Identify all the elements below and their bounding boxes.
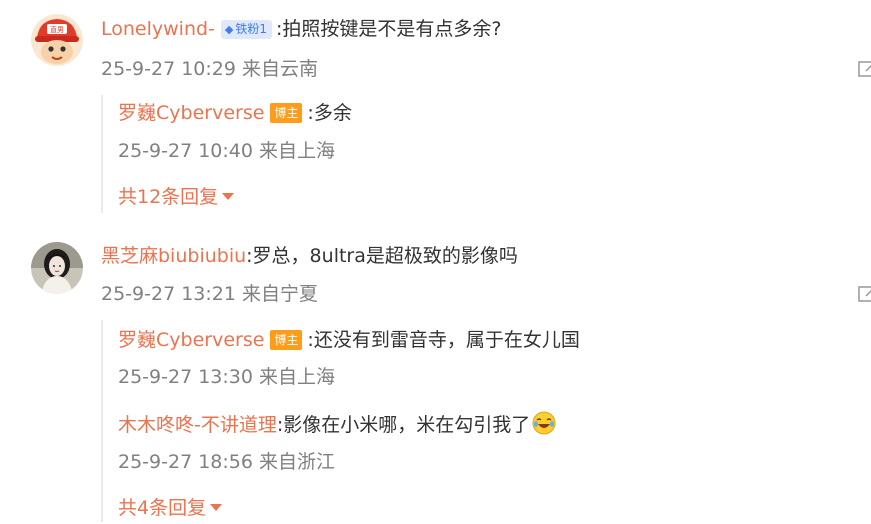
more-replies-link[interactable]: 共12条回复	[118, 184, 235, 210]
reply-text: :还没有到雷音寺，属于在女儿国	[307, 329, 580, 351]
comment-meta: 25-9-27 10:29 来自云南	[101, 56, 318, 82]
caret-down-icon	[222, 193, 235, 200]
reply-meta: 25-9-27 13:30 来自上海	[118, 364, 335, 390]
reply-username[interactable]: 罗巍Cyberverse	[118, 102, 264, 124]
comment-location: 来自云南	[242, 58, 319, 80]
comment-username[interactable]: 黑芝麻biubiubiu	[101, 245, 246, 267]
comment-line: Lonelywind- ◆ 铁粉1:拍照按键是不是有点多余?	[101, 16, 502, 42]
cartoon-avatar-icon: 直男	[31, 14, 83, 66]
fan-badge[interactable]: ◆ 铁粉1	[220, 20, 273, 39]
caret-down-icon	[210, 504, 223, 511]
reply-username[interactable]: 罗巍Cyberverse	[118, 329, 264, 351]
portrait-avatar-icon	[31, 242, 83, 294]
reply-line: 罗巍Cyberverse 博主:还没有到雷音寺，属于在女儿国	[118, 327, 580, 353]
reply-username[interactable]: 木木咚咚-不讲道理	[118, 414, 277, 436]
comment-time: 25-9-27 13:21	[101, 283, 236, 305]
reply-location: 来自上海	[259, 140, 336, 162]
comment-line: 黑芝麻biubiubiu:罗总，8ultra是超极致的影像吗	[101, 243, 518, 269]
reply-meta: 25-9-27 18:56 来自浙江	[118, 449, 335, 475]
reply-list: 罗巍Cyberverse 博主:还没有到雷音寺，属于在女儿国 25-9-27 13…	[101, 320, 861, 522]
reply-meta: 25-9-27 10:40 来自上海	[118, 138, 335, 164]
comment-text: :拍照按键是不是有点多余?	[276, 18, 502, 40]
more-replies-link[interactable]: 共4条回复	[118, 495, 223, 521]
reply-text: :影像在小米哪，米在勾引我了	[276, 414, 531, 436]
reply-location: 来自上海	[259, 366, 336, 388]
reply-text: :多余	[307, 102, 352, 124]
reply-list: 罗巍Cyberverse 博主:多余 25-9-27 10:40 来自上海 共12…	[101, 95, 861, 213]
comment-item: 黑芝麻biubiubiu:罗总，8ultra是超极致的影像吗 25-9-27 1…	[0, 230, 871, 524]
reply-time: 25-9-27 18:56	[118, 451, 253, 473]
owner-badge: 博主	[270, 103, 303, 123]
more-replies-label: 共4条回复	[118, 497, 207, 519]
owner-badge: 博主	[270, 330, 303, 350]
comment-username[interactable]: Lonelywind-	[101, 18, 215, 40]
reply-line: 木木咚咚-不讲道理:影像在小米哪，米在勾引我了	[118, 411, 556, 438]
comment-time: 25-9-27 10:29	[101, 58, 236, 80]
comment-item: 直男 Lonelywind- ◆ 铁粉1:拍照按键是不是有点多余? 25-9-27 …	[0, 0, 871, 230]
avatar-hat-text: 直男	[50, 25, 64, 34]
avatar[interactable]: 直男	[31, 14, 83, 66]
reply-line: 罗巍Cyberverse 博主:多余	[118, 100, 352, 126]
comment-meta: 25-9-27 13:21 来自宁夏	[101, 281, 318, 307]
fan-badge-label: 铁粉1	[235, 22, 268, 36]
reply-location: 来自浙江	[259, 451, 336, 473]
reply-time: 25-9-27 10:40	[118, 140, 253, 162]
avatar[interactable]	[31, 242, 83, 294]
comment-location: 来自宁夏	[242, 283, 319, 305]
comment-text: :罗总，8ultra是超极致的影像吗	[246, 245, 518, 267]
laugh-cry-emoji-icon	[532, 411, 556, 435]
diamond-icon: ◆	[224, 23, 234, 36]
edit-icon[interactable]	[858, 60, 871, 78]
reply-time: 25-9-27 13:30	[118, 366, 253, 388]
edit-icon[interactable]	[858, 285, 871, 303]
more-replies-label: 共12条回复	[118, 186, 219, 208]
